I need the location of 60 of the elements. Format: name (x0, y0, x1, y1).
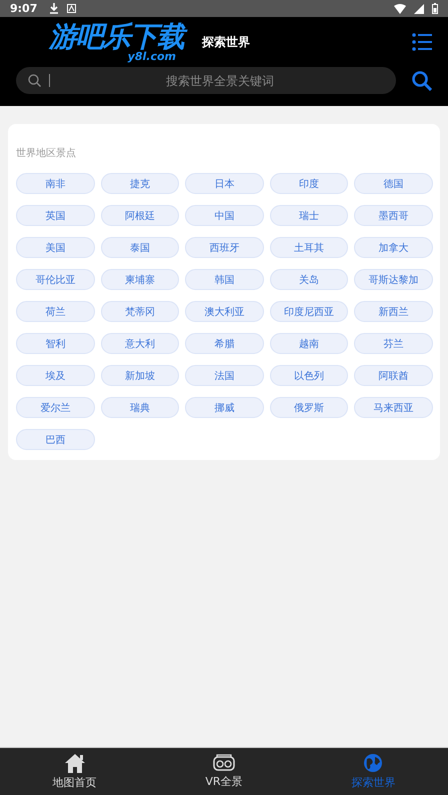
region-tag[interactable]: 美国 (16, 237, 95, 258)
region-tag[interactable]: 埃及 (16, 365, 95, 386)
region-tag[interactable]: 印度尼西亚 (270, 301, 348, 322)
search-icon (28, 74, 41, 87)
region-tag[interactable]: 马来西亚 (354, 397, 433, 418)
region-tag[interactable]: 关岛 (270, 269, 348, 290)
wifi-icon (394, 4, 406, 14)
region-tag[interactable]: 印度 (270, 173, 348, 194)
region-tag[interactable]: 巴西 (16, 429, 95, 450)
section-title: 世界地区景点 (16, 146, 77, 160)
globe-icon (363, 753, 384, 773)
vr-headset-icon (212, 754, 235, 772)
battery-icon (432, 3, 438, 14)
region-tag[interactable]: 加拿大 (354, 237, 433, 258)
app-notification-icon (67, 4, 76, 13)
nav-tab[interactable]: 探索世界 (298, 748, 448, 795)
region-tag[interactable]: 挪威 (185, 397, 264, 418)
region-tag[interactable]: 西班牙 (185, 237, 264, 258)
region-tag[interactable]: 墨西哥 (354, 205, 433, 226)
region-tag[interactable]: 捷克 (100, 173, 180, 194)
text-cursor (49, 74, 50, 87)
region-tag[interactable]: 瑞士 (270, 205, 348, 226)
region-tag[interactable]: 日本 (185, 173, 264, 194)
page-title: 探索世界 (202, 34, 250, 50)
region-tag[interactable]: 南非 (16, 173, 95, 194)
region-tag[interactable]: 哥伦比亚 (16, 269, 95, 290)
region-tag[interactable]: 法国 (185, 365, 264, 386)
menu-icon[interactable] (412, 33, 432, 51)
region-tag[interactable]: 智利 (16, 333, 95, 354)
download-icon (49, 3, 60, 14)
region-tag[interactable]: 柬埔寨 (100, 269, 180, 290)
nav-tab[interactable]: VR全景 (149, 748, 299, 795)
region-tag[interactable]: 阿根廷 (100, 205, 180, 226)
nav-tab[interactable]: 地图首页 (0, 748, 150, 795)
region-tag[interactable]: 梵蒂冈 (100, 301, 180, 322)
region-tag[interactable]: 俄罗斯 (270, 397, 348, 418)
region-tag[interactable]: 新加坡 (100, 365, 180, 386)
region-tag[interactable]: 英国 (16, 205, 95, 226)
region-tag[interactable]: 意大利 (100, 333, 180, 354)
region-tag[interactable]: 希腊 (185, 333, 264, 354)
search-button-icon[interactable] (412, 70, 432, 90)
region-tag[interactable]: 越南 (270, 333, 348, 354)
region-tag[interactable]: 新西兰 (354, 301, 433, 322)
region-tag[interactable]: 芬兰 (354, 333, 433, 354)
region-tag[interactable]: 澳大利亚 (185, 301, 264, 322)
region-tag[interactable]: 以色列 (270, 365, 348, 386)
region-tag[interactable]: 阿联酋 (354, 365, 433, 386)
region-tag[interactable]: 土耳其 (270, 237, 348, 258)
region-tag[interactable]: 荷兰 (16, 301, 95, 322)
region-tag[interactable]: 韩国 (185, 269, 264, 290)
region-tag[interactable]: 哥斯达黎加 (354, 269, 433, 290)
region-tag[interactable]: 中国 (185, 205, 264, 226)
region-tag[interactable]: 泰国 (100, 237, 180, 258)
house-icon (64, 753, 86, 773)
clock: 9:07 (10, 2, 38, 15)
search-field[interactable]: 搜索世界全景关键词 (16, 67, 396, 94)
region-tag[interactable]: 德国 (354, 173, 433, 194)
signal-icon (414, 4, 424, 14)
region-tag[interactable]: 瑞典 (100, 397, 180, 418)
region-tag[interactable]: 爱尔兰 (16, 397, 95, 418)
